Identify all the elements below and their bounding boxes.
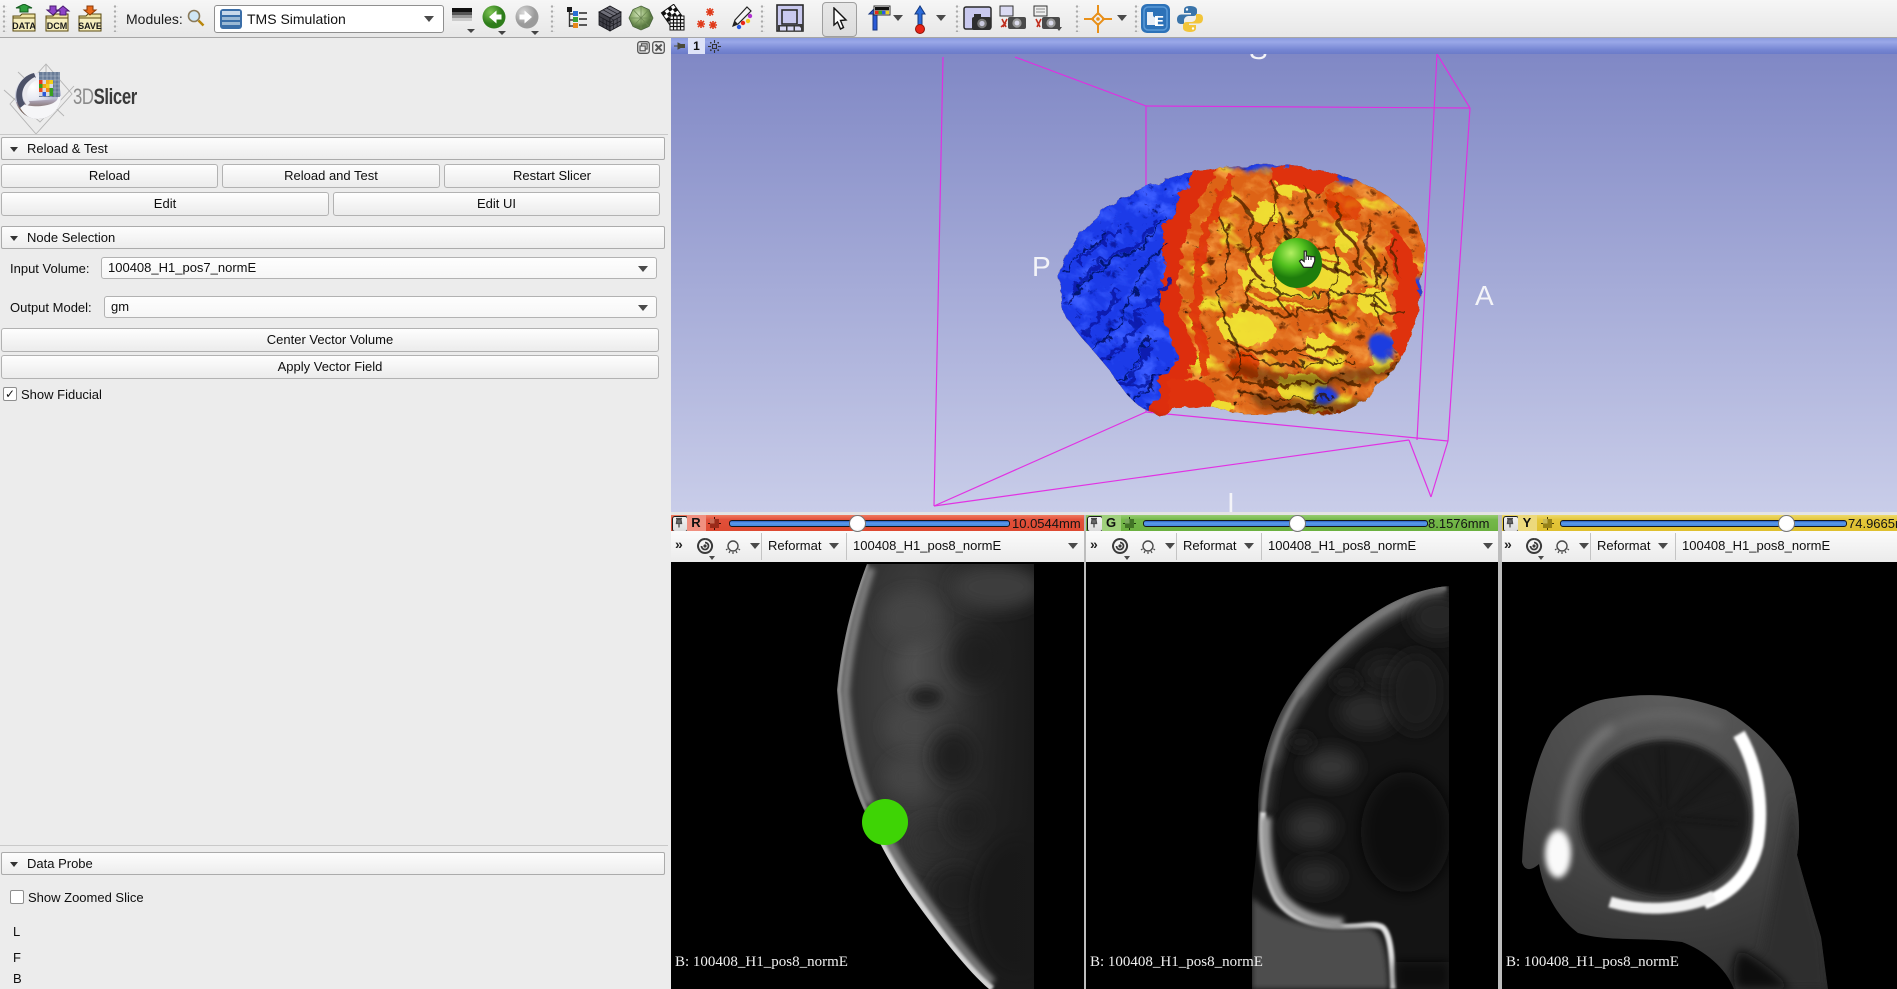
svg-text:I: I xyxy=(1227,487,1235,512)
svg-text:DATA: DATA xyxy=(12,21,36,31)
svg-text:E: E xyxy=(1154,13,1164,30)
svg-text:B: 100408_H1_pos8_normE: B: 100408_H1_pos8_normE xyxy=(675,954,848,970)
svg-text:DCM: DCM xyxy=(47,21,68,31)
svg-text:S: S xyxy=(1249,54,1268,65)
svg-text:P: P xyxy=(1032,251,1051,282)
svg-text:A: A xyxy=(1475,280,1494,311)
svg-text:B: 100408_H1_pos8_normE: B: 100408_H1_pos8_normE xyxy=(1506,954,1679,970)
svg-text:SAVE: SAVE xyxy=(78,21,102,31)
svg-text:B: 100408_H1_pos8_normE: B: 100408_H1_pos8_normE xyxy=(1090,954,1263,970)
